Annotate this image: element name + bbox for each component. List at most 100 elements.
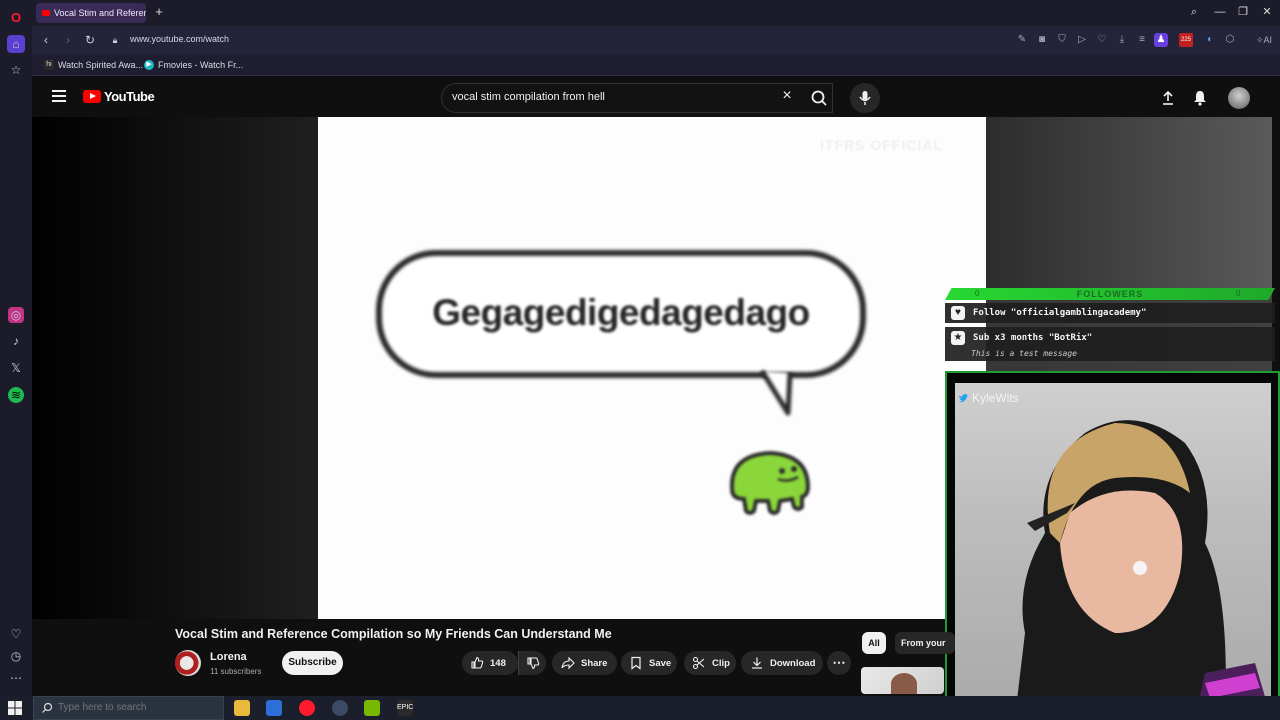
- thumbs-up-icon: [471, 656, 484, 669]
- download-icon[interactable]: ⤓: [1115, 33, 1129, 47]
- followers-title: FOLLOWERS: [1076, 289, 1144, 299]
- forward-button[interactable]: ›: [60, 32, 76, 48]
- recommended-video-thumbnail[interactable]: [861, 667, 944, 694]
- followers-count-right: 0: [1236, 289, 1241, 298]
- badge-extension-icon[interactable]: 225: [1179, 33, 1193, 47]
- more-icon[interactable]: ⋯: [8, 670, 24, 686]
- home-icon[interactable]: ⌂: [7, 35, 25, 53]
- history-icon[interactable]: ◷: [8, 648, 24, 664]
- share-button[interactable]: Share: [552, 651, 617, 675]
- video-frame[interactable]: ITFRS OFFICIAL Gegagedigedagedago: [318, 117, 986, 619]
- bookmarks-bar: hi Watch Spirited Awa... ▶ Fmovies - Wat…: [32, 54, 1280, 76]
- search-icon: [811, 90, 827, 106]
- dislike-button[interactable]: [518, 651, 546, 675]
- follow-alert: ♥ Follow "officialgamblingacademy": [945, 303, 1275, 323]
- tab-active[interactable]: Vocal Stim and Reference: [36, 3, 146, 23]
- like-button[interactable]: 148: [462, 651, 518, 675]
- stream-alerts-panel: FOLLOWERS 0 0 ♥ Follow "officialgambling…: [945, 288, 1275, 370]
- nvidia-icon[interactable]: [364, 700, 380, 716]
- youtube-logo[interactable]: YouTube: [83, 89, 155, 104]
- more-actions-button[interactable]: ⋯: [827, 651, 851, 675]
- sub-alert-text: Sub x3 months "BotRix": [973, 333, 1093, 343]
- back-button[interactable]: ‹: [38, 32, 54, 48]
- share-label: Share: [581, 657, 608, 669]
- youtube-favicon-icon: [42, 10, 50, 16]
- search-tabs-icon[interactable]: ⌕: [1186, 4, 1202, 20]
- voice-search-button[interactable]: [850, 83, 880, 113]
- clear-search-icon[interactable]: ×: [780, 88, 794, 104]
- twitter-bird-icon: [957, 393, 968, 402]
- minimize-button[interactable]: —: [1212, 4, 1228, 20]
- camera-icon[interactable]: ◙: [1035, 33, 1049, 47]
- star-icon[interactable]: ☆: [8, 62, 24, 78]
- edit-icon[interactable]: ✎: [1015, 33, 1029, 47]
- subscribe-button[interactable]: Subscribe: [282, 651, 343, 675]
- tiktok-icon[interactable]: ♪: [8, 333, 24, 349]
- x-twitter-icon[interactable]: 𝕏: [8, 360, 24, 376]
- play-icon: ▶: [144, 60, 154, 70]
- followers-count-left: 0: [975, 289, 980, 298]
- search-input[interactable]: [452, 91, 772, 103]
- clip-button[interactable]: Clip: [684, 651, 736, 675]
- download-button[interactable]: Download: [741, 651, 823, 675]
- video-watermark: ITFRS OFFICIAL: [820, 137, 943, 153]
- opera-logo-icon[interactable]: O: [8, 9, 24, 25]
- account-avatar[interactable]: [1228, 87, 1250, 109]
- tab-strip: Vocal Stim and Reference + ⌕ — ❐ ✕: [32, 0, 1280, 26]
- hamburger-menu-icon[interactable]: [52, 90, 66, 104]
- video-side-background: [986, 117, 1272, 289]
- ai-button[interactable]: ✧AI: [1250, 33, 1278, 47]
- youtube-play-icon: [83, 90, 101, 103]
- heart-icon[interactable]: ♡: [8, 626, 24, 642]
- shield-icon[interactable]: ⛉: [1055, 33, 1069, 47]
- scissors-icon: [692, 656, 705, 670]
- bell-icon: [1194, 91, 1206, 106]
- audio-icon[interactable]: ◖: [1202, 33, 1216, 47]
- instagram-icon[interactable]: ◎: [8, 307, 24, 323]
- thumbnail-person: [891, 673, 917, 694]
- bookmark-item[interactable]: hi Watch Spirited Awa...: [44, 58, 143, 72]
- streamer-name-badge: KyleWits: [957, 391, 1019, 405]
- chip-from-channel[interactable]: From your: [895, 632, 955, 654]
- store-icon[interactable]: [266, 700, 282, 716]
- follow-alert-text: Follow "officialgamblingacademy": [973, 308, 1147, 318]
- thumbs-down-icon: [527, 657, 540, 670]
- more-horizontal-icon: ⋯: [832, 655, 846, 670]
- address-bar: ‹ › ↻ 🔒︎ www.youtube.com/watch ✎ ◙ ⛉ ▷ ♡…: [32, 26, 1280, 54]
- notifications-button[interactable]: [1191, 89, 1209, 107]
- spotify-icon[interactable]: ≋: [8, 387, 24, 403]
- search-button[interactable]: [802, 83, 836, 113]
- opera-icon[interactable]: [299, 700, 315, 716]
- extension-icon[interactable]: ♟: [1154, 33, 1168, 47]
- green-creature-icon: [729, 450, 811, 515]
- chip-all[interactable]: All: [862, 632, 886, 654]
- bookmark-icon: [631, 656, 641, 670]
- taskbar-search-input[interactable]: [58, 702, 208, 713]
- save-button[interactable]: Save: [621, 651, 677, 675]
- url-field[interactable]: www.youtube.com/watch: [130, 34, 229, 44]
- clip-label: Clip: [712, 657, 730, 669]
- epic-games-icon[interactable]: EPIC: [397, 700, 413, 716]
- app-icon[interactable]: [332, 700, 348, 716]
- create-button[interactable]: [1159, 89, 1177, 107]
- close-window-button[interactable]: ✕: [1259, 4, 1275, 20]
- lock-icon: 🔒︎: [112, 35, 118, 45]
- play-icon[interactable]: ▷: [1075, 33, 1089, 47]
- bookmark-item[interactable]: ▶ Fmovies - Watch Fr...: [144, 58, 243, 72]
- maximize-button[interactable]: ❐: [1235, 4, 1251, 20]
- subscriber-count: 11 subscribers: [210, 667, 262, 676]
- hi-icon: hi: [44, 60, 54, 70]
- file-explorer-icon[interactable]: [234, 700, 250, 716]
- channel-name[interactable]: Lorena: [210, 651, 247, 663]
- webcam-feed: [955, 383, 1271, 717]
- reload-button[interactable]: ↻: [82, 32, 98, 48]
- channel-avatar[interactable]: [175, 650, 201, 676]
- cube-icon[interactable]: ⬡: [1223, 33, 1237, 47]
- menu-icon[interactable]: ≡: [1135, 33, 1149, 47]
- taskbar-search: [33, 696, 224, 720]
- video-title: Vocal Stim and Reference Compilation so …: [175, 627, 612, 641]
- star-icon: ★: [951, 331, 965, 345]
- heart-icon[interactable]: ♡: [1095, 33, 1109, 47]
- windows-start-icon[interactable]: [8, 701, 22, 715]
- new-tab-button[interactable]: +: [152, 4, 166, 20]
